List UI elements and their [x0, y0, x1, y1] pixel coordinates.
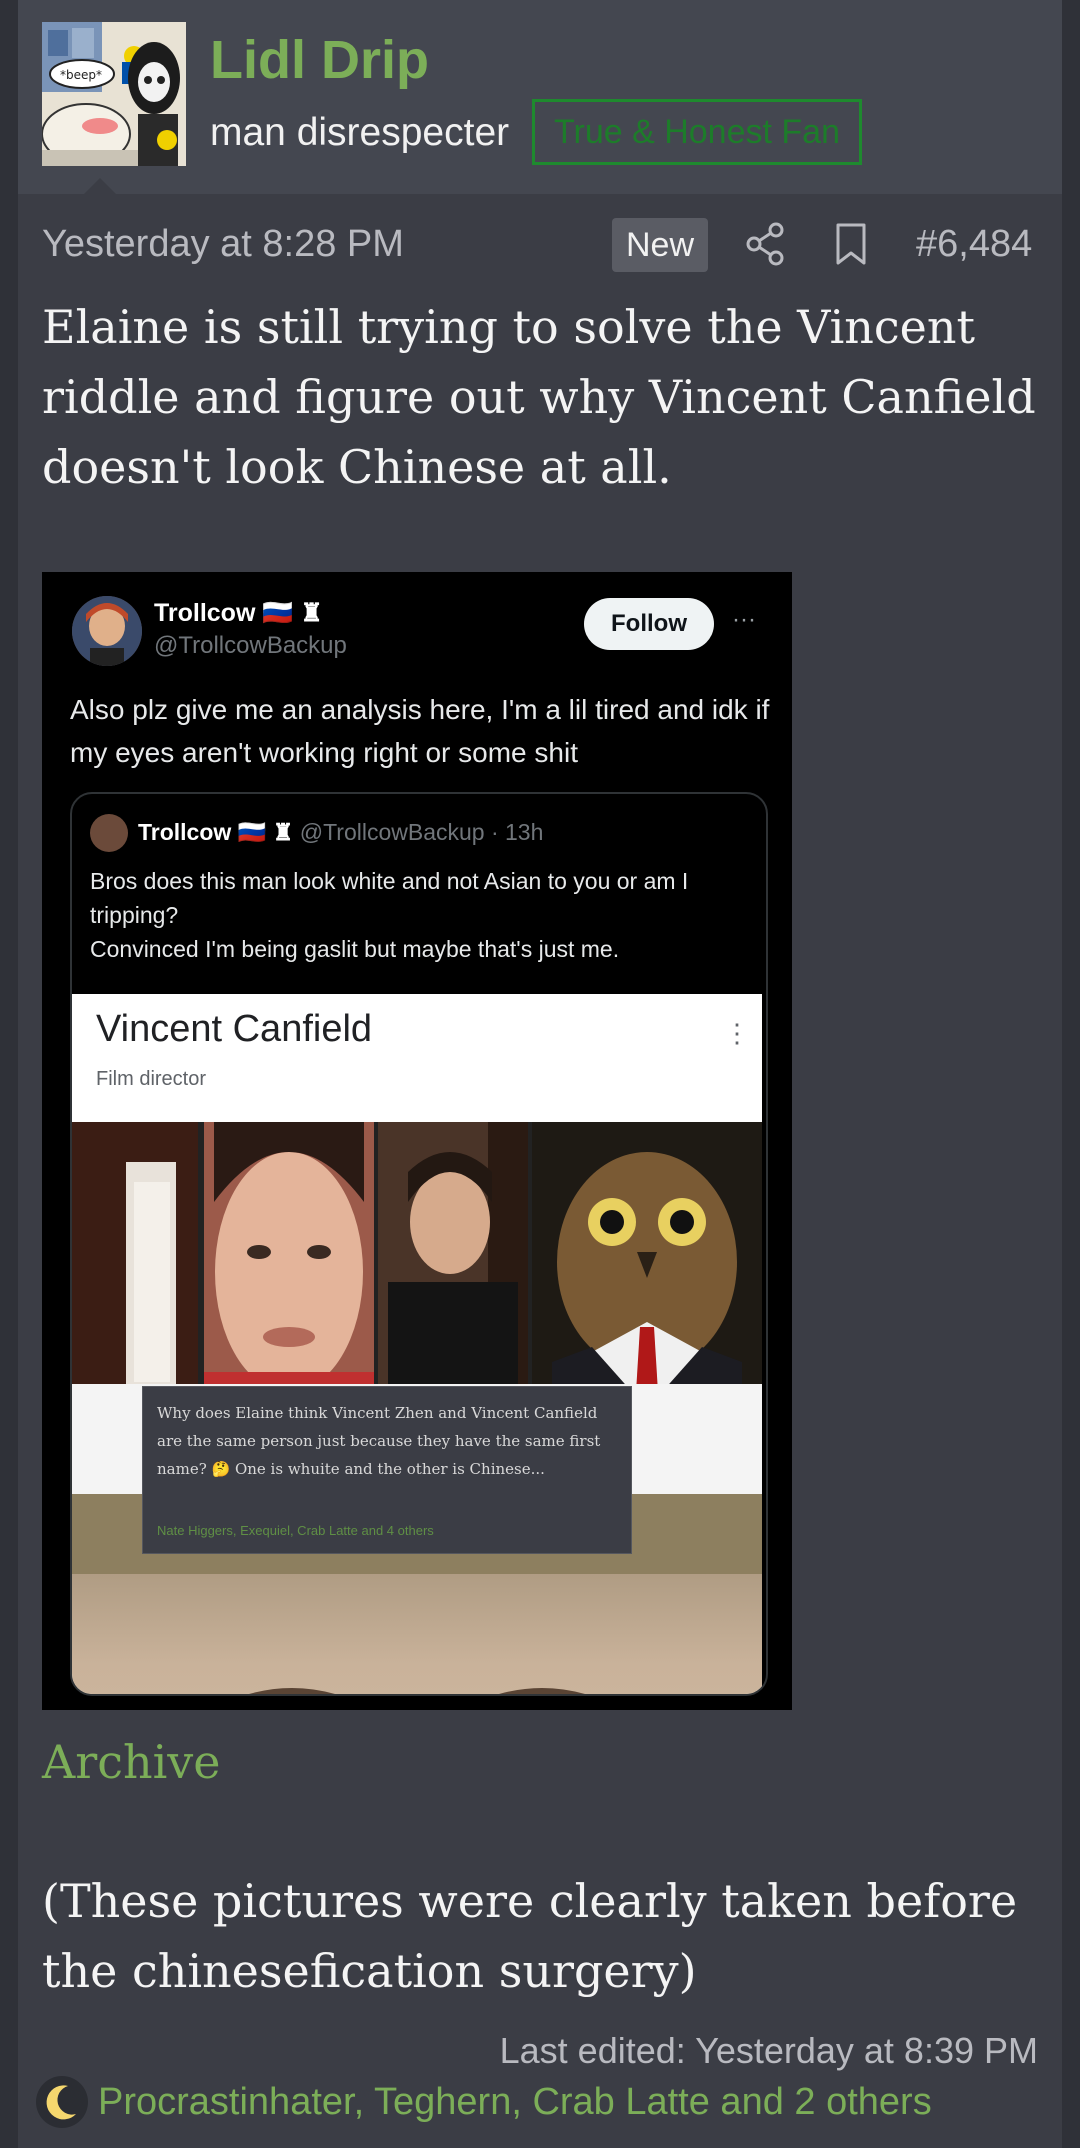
quoted-tweet-handle: @TrollcowBackup · 13h	[299, 819, 544, 845]
quoted-tweet-avatar	[90, 814, 128, 852]
bookmark-icon[interactable]	[834, 222, 868, 266]
tweet-text: Also plz give me an analysis here, I'm a…	[70, 694, 770, 768]
reaction-users-link[interactable]: Procrastinhater, Teghern, Crab Latte and…	[98, 2081, 932, 2124]
share-icon[interactable]	[746, 222, 786, 266]
post-header: *beep* Lidl Drip man disrespecter True &…	[18, 0, 1062, 194]
photo-doorway	[72, 1122, 198, 1392]
quoted-tweet: Trollcow 🇷🇺 ♜ @TrollcowBackup · 13h Bros…	[70, 792, 768, 1696]
post-timestamp[interactable]: Yesterday at 8:28 PM	[42, 220, 404, 268]
tweet-author-name: Trollcow 🇷🇺 ♜	[154, 599, 323, 627]
avatar-text: *beep*	[60, 68, 102, 82]
knowledge-panel-title: Vincent Canfield	[96, 1008, 373, 1050]
avatar-pointer	[84, 178, 116, 194]
tweet-author-handle: @TrollcowBackup	[154, 632, 347, 659]
avatar-image: *beep*	[42, 22, 186, 166]
post-page: *beep* Lidl Drip man disrespecter True &…	[0, 0, 1080, 2148]
user-title: man disrespecter	[210, 111, 510, 154]
overlaid-comment-reactions: Nate Higgers, Exequiel, Crab Latte and 4…	[157, 1523, 434, 1538]
knowledge-panel-subtitle: Film director	[96, 1068, 207, 1090]
quoted-tweet-header: Trollcow 🇷🇺 ♜ @TrollcowBackup · 13h	[138, 814, 543, 850]
new-badge: New	[612, 218, 708, 272]
archive-link[interactable]: Archive	[42, 1730, 221, 1794]
knowledge-panel-photos	[72, 1122, 762, 1392]
right-gutter	[1062, 0, 1080, 2148]
photo-owl-in-suit	[532, 1122, 762, 1392]
user-avatar[interactable]: *beep*	[42, 22, 186, 166]
reactions-bar[interactable]: Procrastinhater, Teghern, Crab Latte and…	[36, 2076, 932, 2128]
quoted-tweet-line-1: Bros does this man look white and not As…	[90, 868, 689, 928]
post-body-text: Elaine is still trying to solve the Vinc…	[42, 300, 1036, 494]
quoted-tweet-line-2: Convinced I'm being gaslit but maybe tha…	[90, 936, 620, 962]
quoted-tweet-text: Bros does this man look white and not As…	[90, 864, 750, 966]
knowledge-panel: Vincent Canfield Film director ⋮	[72, 994, 762, 1694]
post-number-link[interactable]: #6,484	[916, 220, 1032, 268]
tweet-avatar	[72, 596, 142, 666]
quoted-tweet-name: Trollcow 🇷🇺 ♜	[138, 819, 294, 845]
photo-face-closeup	[204, 1122, 374, 1392]
tweet-follow-button: Follow	[584, 598, 714, 650]
username-link[interactable]: Lidl Drip	[210, 28, 429, 92]
crescent-moon-icon	[36, 2076, 88, 2128]
knowledge-panel-menu-icon: ⋮	[724, 1018, 750, 1048]
photo-man-dark-shirt	[378, 1122, 528, 1392]
overlaid-comment-text: Why does Elaine think Vincent Zhen and V…	[157, 1404, 601, 1478]
attached-image[interactable]: Trollcow 🇷🇺 ♜ @TrollcowBackup Follow ···…	[42, 572, 792, 1710]
post-body-text-2: (These pictures were clearly taken befor…	[42, 1874, 1018, 1998]
last-edited-label: Last edited: Yesterday at 8:39 PM	[499, 2030, 1038, 2071]
left-gutter	[0, 0, 18, 2148]
overlaid-comment: Why does Elaine think Vincent Zhen and V…	[142, 1386, 632, 1554]
user-badge: True & Honest Fan	[532, 99, 862, 165]
tweet-more-icon: ···	[732, 606, 756, 633]
